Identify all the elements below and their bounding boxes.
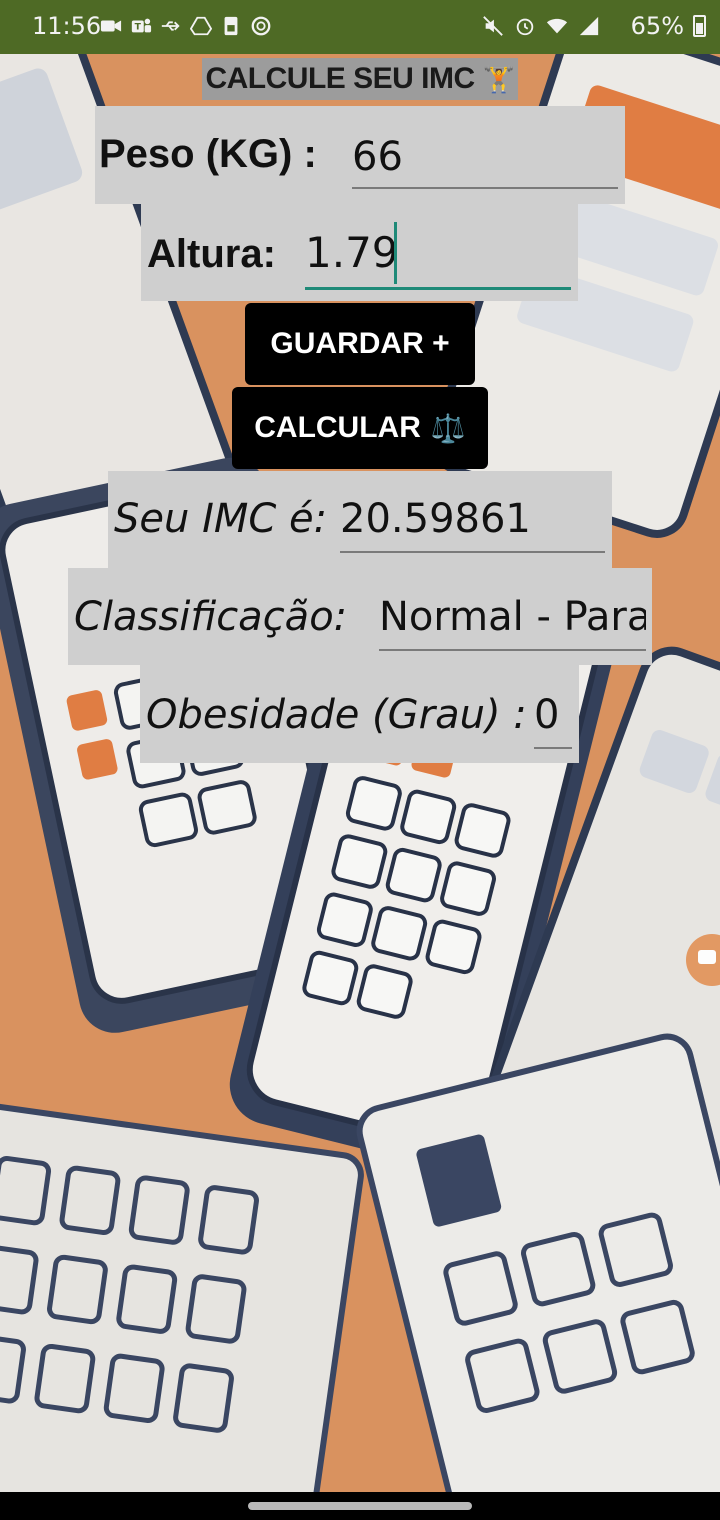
sim-icon bbox=[224, 16, 238, 36]
video-camera-icon bbox=[100, 20, 122, 32]
height-input[interactable]: 1.79 bbox=[305, 228, 570, 277]
obesity-label: Obesidade (Grau) : bbox=[146, 692, 527, 738]
scales-icon: ⚖️ bbox=[430, 412, 466, 444]
calculate-button-label: CALCULAR bbox=[254, 411, 421, 444]
bmi-value-underline bbox=[340, 551, 605, 553]
battery-icon bbox=[693, 15, 706, 37]
svg-text:T: T bbox=[135, 22, 142, 33]
mute-icon bbox=[483, 16, 503, 36]
save-button[interactable]: GUARDAR + bbox=[245, 303, 475, 385]
battery-percent: 65% bbox=[630, 12, 684, 40]
drive-icon bbox=[190, 16, 212, 36]
obesity-value: 0 bbox=[534, 692, 560, 738]
bmi-label: Seu IMC é: bbox=[114, 496, 328, 542]
navigation-bar bbox=[0, 1492, 720, 1520]
weight-input-underline bbox=[352, 187, 618, 189]
classification-value: Normal - Para bbox=[379, 594, 646, 640]
alarm-icon bbox=[516, 18, 534, 36]
bmi-value: 20.59861 bbox=[340, 496, 531, 542]
record-camera-icon bbox=[698, 950, 716, 964]
home-gesture-handle[interactable] bbox=[248, 1502, 472, 1510]
classification-value-underline bbox=[379, 649, 646, 651]
usb-icon bbox=[161, 21, 180, 31]
weight-label: Peso (KG) : bbox=[99, 132, 317, 176]
calculate-button[interactable]: CALCULAR ⚖️ bbox=[232, 387, 488, 469]
vpn-icon bbox=[251, 16, 271, 36]
page-title: CALCULE SEU IMC 🏋️ bbox=[202, 58, 518, 100]
obesity-value-underline bbox=[534, 747, 572, 749]
text-cursor bbox=[394, 222, 397, 284]
signal-icon bbox=[579, 16, 599, 36]
status-bar: 11:56 T 65% bbox=[0, 0, 720, 54]
status-left-icons: T bbox=[100, 14, 272, 38]
status-time: 11:56 bbox=[32, 12, 102, 40]
classification-label: Classificação: bbox=[74, 594, 348, 640]
height-label: Altura: bbox=[147, 232, 276, 276]
weight-input[interactable]: 66 bbox=[352, 134, 618, 180]
teams-icon: T bbox=[131, 18, 152, 33]
height-input-underline bbox=[305, 287, 571, 290]
status-right-icons bbox=[482, 14, 600, 38]
weightlifter-icon: 🏋️ bbox=[482, 63, 515, 94]
save-button-label: GUARDAR + bbox=[270, 327, 450, 360]
wifi-icon bbox=[546, 18, 568, 34]
page-title-text: CALCULE SEU IMC bbox=[205, 62, 475, 95]
